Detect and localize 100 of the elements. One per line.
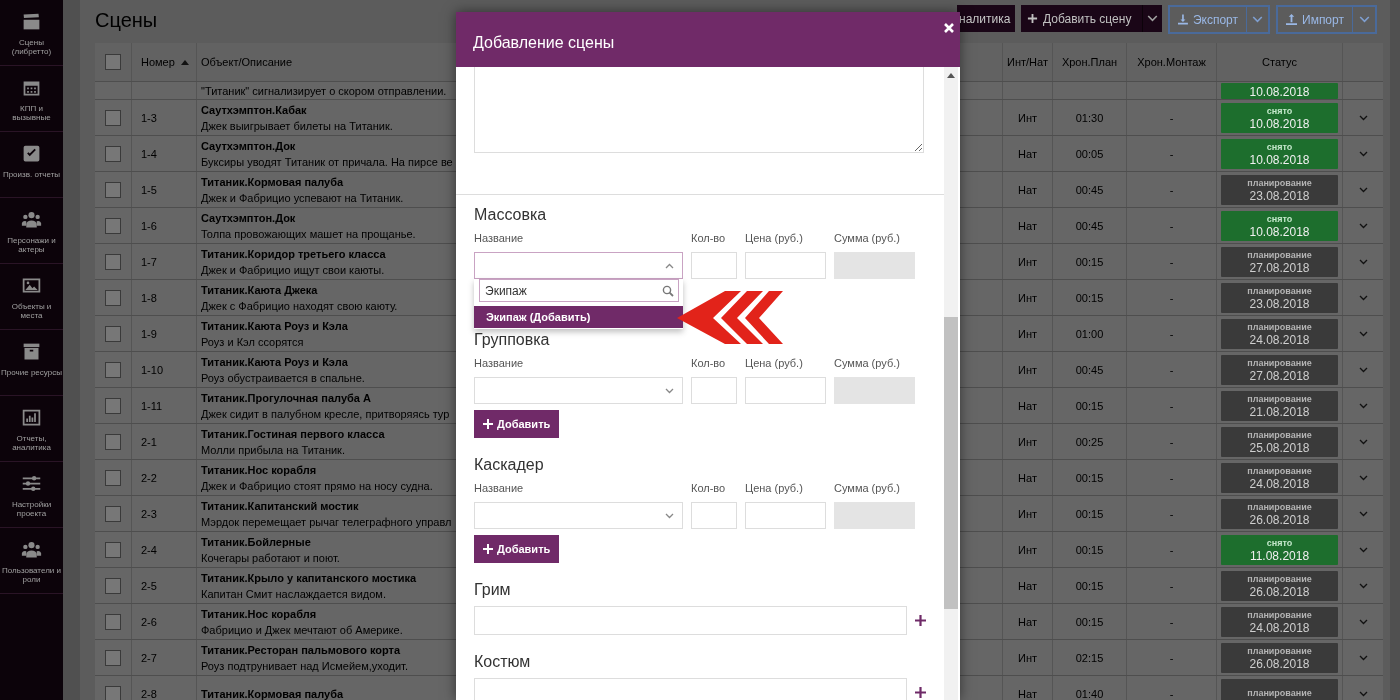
sliders-icon — [21, 473, 42, 494]
row-menu-toggle[interactable] — [1358, 258, 1368, 265]
checkbox[interactable] — [105, 433, 121, 450]
dropdown-option[interactable]: Экипаж (Добавить) — [474, 306, 683, 328]
row-menu-toggle[interactable] — [1358, 690, 1368, 697]
chevron-down-icon — [1358, 438, 1368, 445]
people-icon — [21, 209, 42, 230]
input-field[interactable] — [745, 502, 826, 529]
row-menu-toggle[interactable] — [1358, 654, 1368, 661]
checkbox[interactable] — [105, 505, 121, 522]
dropdown-toggle[interactable] — [1247, 6, 1269, 33]
status-badge: планирование 24.08.2018 — [1221, 606, 1338, 637]
input-field[interactable] — [691, 252, 737, 279]
table-cell: - — [1169, 399, 1174, 412]
checkbox[interactable] — [105, 109, 121, 126]
chevron-down-icon — [1358, 546, 1368, 553]
table-cell: - — [1169, 687, 1174, 700]
row-menu-toggle[interactable] — [1358, 510, 1368, 517]
row-menu-toggle[interactable] — [1358, 330, 1368, 337]
status-badge: планирование 26.08.2018 — [1221, 498, 1338, 529]
search-field[interactable]: Экипаж — [479, 279, 679, 302]
select-field[interactable] — [474, 502, 683, 529]
status-badge: снято 11.08.2018 — [1221, 534, 1338, 565]
scene-number: 1-11 — [141, 399, 163, 412]
row-menu-toggle[interactable] — [1358, 186, 1368, 193]
checkbox[interactable] — [105, 577, 121, 594]
input-field[interactable] — [474, 678, 907, 700]
table-cell: Инт — [1018, 327, 1037, 340]
upload-icon — [1286, 14, 1297, 25]
checkbox[interactable] — [105, 361, 121, 378]
row-menu-toggle[interactable] — [1358, 294, 1368, 301]
input-field[interactable] — [745, 377, 826, 404]
checkbox[interactable] — [105, 469, 121, 486]
scene-number: 1-4 — [141, 147, 157, 160]
add-button[interactable] — [915, 615, 926, 626]
scene-location: Саутхэмптон.Док — [201, 210, 296, 226]
table-cell: Нат — [1018, 399, 1037, 412]
checkbox[interactable] — [105, 325, 121, 342]
scene-description: Роуз обустраивается в спальне. — [201, 370, 365, 386]
close-button[interactable] — [944, 23, 954, 33]
row-menu-toggle[interactable] — [1358, 366, 1368, 373]
scene-location: Титаник.Ресторан пальмового корта — [201, 642, 401, 658]
checkbox[interactable] — [105, 685, 121, 700]
chevron-down-icon — [1358, 582, 1368, 589]
scene-description: Джек и Фабрицио стоят прямо на носу судна. — [201, 478, 433, 494]
checkbox[interactable] — [105, 181, 121, 198]
checkbox[interactable] — [105, 613, 121, 630]
scrollbar-thumb[interactable] — [944, 317, 958, 609]
input-field[interactable] — [474, 606, 907, 635]
row-menu-toggle[interactable] — [1358, 474, 1368, 481]
scrollbar[interactable] — [944, 67, 958, 700]
scene-number: 2-1 — [141, 435, 157, 448]
select-field[interactable] — [474, 377, 683, 404]
triple-chevron-icon — [677, 291, 783, 344]
input-field[interactable] — [745, 252, 826, 279]
checkbox[interactable] — [105, 397, 121, 414]
add-button[interactable]: Добавить — [474, 535, 560, 563]
row-menu-toggle[interactable] — [1358, 438, 1368, 445]
dropdown-toggle[interactable] — [1353, 6, 1376, 33]
close-icon — [944, 23, 954, 33]
checkbox[interactable] — [105, 145, 121, 162]
scene-number: 1-10 — [141, 363, 164, 376]
table-cell: - — [1169, 255, 1174, 268]
scene-description: "Титаник" сигнализирует о скором отправлении. — [201, 84, 447, 99]
row-menu-toggle[interactable] — [1358, 582, 1368, 589]
row-menu-toggle[interactable] — [1358, 114, 1368, 121]
people-icon — [21, 539, 42, 560]
row-menu-toggle[interactable] — [1358, 402, 1368, 409]
checkbox[interactable] — [105, 289, 121, 306]
checkbox[interactable] — [105, 541, 121, 558]
chevron-down-icon — [665, 387, 674, 394]
scene-description: Капитан Смит наслаждается видом. — [201, 586, 386, 602]
input-field[interactable] — [691, 502, 737, 529]
checkbox[interactable] — [105, 253, 121, 270]
checkbox[interactable] — [105, 217, 121, 234]
input-field[interactable] — [691, 377, 737, 404]
row-menu-toggle[interactable] — [1358, 222, 1368, 229]
scene-number: 1-7 — [141, 255, 157, 268]
row-menu-toggle[interactable] — [1358, 618, 1368, 625]
table-cell: 00:15 — [1075, 471, 1104, 484]
scene-description: Буксиры уводят Титаник от причала. На пирсе ве — [201, 154, 453, 170]
select-field[interactable] — [474, 252, 683, 279]
table-cell: Инт — [1018, 651, 1037, 664]
field-label: Цена (руб.) — [745, 356, 804, 370]
checkbox[interactable] — [105, 54, 121, 70]
toolbar-button[interactable]: Добавить сцену — [1021, 5, 1142, 32]
row-menu-toggle[interactable] — [1358, 150, 1368, 157]
checkbox[interactable] — [105, 649, 121, 666]
field-label: Сумма (руб.) — [834, 481, 901, 495]
table-cell: Инт — [1018, 111, 1037, 124]
toolbar-button[interactable]: налитика — [957, 5, 1015, 32]
add-button[interactable] — [915, 687, 926, 698]
add-button[interactable]: Добавить — [474, 410, 560, 438]
dropdown-toggle[interactable] — [1142, 5, 1162, 32]
scene-location: Титаник.Прогулочная палуба А — [201, 390, 371, 406]
table-cell: - — [1169, 363, 1174, 376]
scene-description: Джек и Фабрицио успевают на Титаник. — [201, 190, 404, 206]
scene-location: Титаник.Крыло у капитанского мостика — [201, 570, 417, 586]
table-cell: 00:15 — [1075, 507, 1104, 520]
row-menu-toggle[interactable] — [1358, 546, 1368, 553]
